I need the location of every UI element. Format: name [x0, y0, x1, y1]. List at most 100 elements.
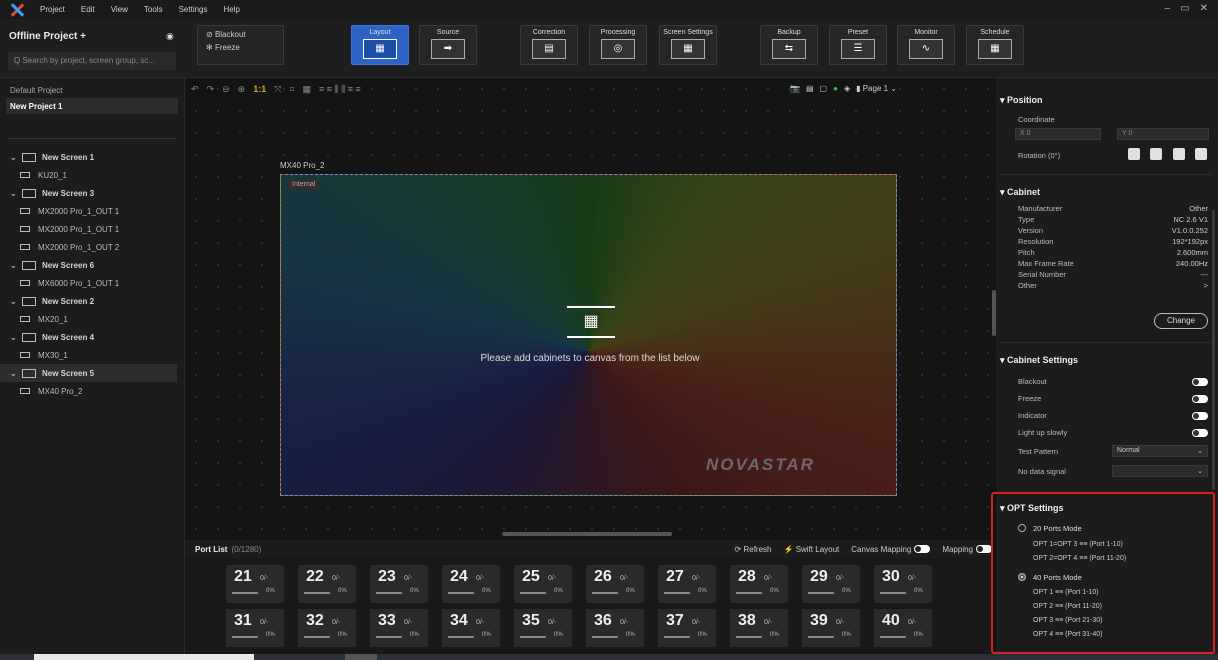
receiver-tree-item[interactable]: MX40 Pro_2 — [0, 382, 185, 400]
port-card[interactable]: 29 0/- 0% — [802, 565, 860, 603]
chevron-down-icon[interactable]: ⌄ — [10, 369, 18, 378]
close-icon[interactable]: ✕ — [1200, 3, 1208, 14]
chevron-down-icon[interactable]: ⌄ — [10, 189, 18, 198]
port-card[interactable]: 25 0/- 0% — [514, 565, 572, 603]
chevron-down-icon[interactable]: ⌄ — [10, 297, 18, 306]
menu-settings[interactable]: Settings — [179, 5, 208, 14]
maximize-icon[interactable]: ▭ — [1180, 3, 1189, 14]
port-card[interactable]: 33 0/- 0% — [370, 609, 428, 647]
port-card[interactable]: 36 0/- 0% — [586, 609, 644, 647]
port-card[interactable]: 28 0/- 0% — [730, 565, 788, 603]
freeze-switch[interactable] — [1192, 395, 1208, 403]
receiver-tree-item[interactable]: MX30_1 — [0, 346, 185, 364]
port-card[interactable]: 35 0/- 0% — [514, 609, 572, 647]
screen-tree-item[interactable]: ⌄ New Screen 2 — [0, 292, 185, 310]
port-card[interactable]: 37 0/- 0% — [658, 609, 716, 647]
x-input[interactable]: X 0 — [1015, 128, 1101, 140]
port-card[interactable]: 24 0/- 0% — [442, 565, 500, 603]
fit-icon[interactable]: ⤧ — [274, 84, 281, 98]
port-card[interactable]: 26 0/- 0% — [586, 565, 644, 603]
zoom-in-icon[interactable]: ⊕ — [238, 84, 246, 98]
test-pattern-select[interactable]: Normal ⌄ — [1112, 445, 1208, 457]
undo-icon[interactable]: ↶ — [191, 84, 199, 98]
search-input[interactable]: Q Search by project, screen group, sc... — [8, 52, 176, 70]
receiver-tree-item[interactable]: MX2000 Pro_1_OUT 2 — [0, 238, 185, 256]
receiver-tree-item[interactable]: MX2000 Pro_1_OUT 1 — [0, 202, 185, 220]
properties-scrollbar[interactable] — [1212, 210, 1215, 490]
cabinet-section-title[interactable]: ▾ Cabinet — [1000, 187, 1040, 198]
project-header[interactable]: Offline Project + — [9, 31, 86, 42]
window-icon[interactable]: ▢ — [820, 84, 828, 93]
rotate-180-button[interactable] — [1173, 148, 1185, 160]
indicator-switch[interactable] — [1192, 412, 1208, 420]
mode-20-radio[interactable] — [1018, 524, 1026, 532]
screen-tree-item[interactable]: ⌄ New Screen 4 — [0, 328, 185, 346]
center-icon[interactable]: ⌗ — [289, 84, 294, 98]
menu-help[interactable]: Help — [224, 5, 240, 14]
project-item-new-project-1[interactable]: New Project 1 — [6, 98, 178, 114]
chevron-down-icon[interactable]: ⌄ — [10, 333, 18, 342]
zoom-1-1-button[interactable]: 1:1 — [253, 84, 266, 98]
port-card[interactable]: 38 0/- 0% — [730, 609, 788, 647]
menu-tools[interactable]: Tools — [144, 5, 163, 14]
receiver-tree-item[interactable]: KU20_1 — [0, 166, 185, 184]
schedule-button[interactable]: Schedule ▦ — [966, 25, 1024, 65]
camera-icon[interactable]: 📷 — [790, 84, 800, 93]
position-section-title[interactable]: ▾ Position — [1000, 95, 1043, 106]
menu-view[interactable]: View — [111, 5, 128, 14]
port-card[interactable]: 32 0/- 0% — [298, 609, 356, 647]
port-card[interactable]: 23 0/- 0% — [370, 565, 428, 603]
port-card[interactable]: 22 0/- 0% — [298, 565, 356, 603]
backup-button[interactable]: Backup ⇆ — [760, 25, 818, 65]
screen-tree-item[interactable]: ⌄ New Screen 3 — [0, 184, 185, 202]
screen-tree-item[interactable]: ⌄ New Screen 6 — [0, 256, 185, 274]
receiver-tree-item[interactable]: MX2000 Pro_1_OUT 1 — [0, 220, 185, 238]
eye-icon[interactable]: ◉ — [166, 31, 174, 42]
blackout-switch[interactable] — [1192, 378, 1208, 386]
rotate-0-button[interactable] — [1128, 148, 1140, 160]
port-card[interactable]: 21 0/- 0% — [226, 565, 284, 603]
cabinet-settings-title[interactable]: ▾ Cabinet Settings — [1000, 355, 1078, 366]
project-item-default[interactable]: Default Project — [0, 82, 184, 98]
opt-settings-title[interactable]: ▾ OPT Settings — [1000, 503, 1064, 514]
no-data-signal-select[interactable]: ⌄ — [1112, 465, 1208, 477]
layout-button[interactable]: Layout ▦ — [351, 25, 409, 65]
refresh-button[interactable]: ⟳ Refresh — [735, 545, 772, 554]
mode-40-radio[interactable] — [1018, 573, 1026, 581]
align-icons[interactable]: ≡ ≡ ⫼ ⫼ ≡ ≡ — [319, 84, 361, 98]
menu-edit[interactable]: Edit — [81, 5, 95, 14]
receiver-tree-item[interactable]: MX6000 Pro_1_OUT 1 — [0, 274, 185, 292]
grid-icon[interactable]: ▦ — [302, 84, 311, 98]
processing-button[interactable]: Processing ◎ — [589, 25, 647, 65]
port-card[interactable]: 31 0/- 0% — [226, 609, 284, 647]
change-button[interactable]: Change — [1154, 313, 1208, 329]
receiver-tree-item[interactable]: MX20_1 — [0, 310, 185, 328]
y-input[interactable]: Y 0 — [1117, 128, 1209, 140]
chevron-down-icon[interactable]: ⌄ — [10, 261, 18, 270]
port-card[interactable]: 40 0/- 0% — [874, 609, 932, 647]
screen-tree-item[interactable]: ⌄ New Screen 5 — [0, 364, 177, 382]
port-card[interactable]: 27 0/- 0% — [658, 565, 716, 603]
redo-icon[interactable]: ↷ — [207, 84, 215, 98]
port-card[interactable]: 34 0/- 0% — [442, 609, 500, 647]
swift-layout-button[interactable]: ⚡ Swift Layout — [784, 545, 840, 554]
chevron-down-icon[interactable]: ⌄ — [10, 153, 18, 162]
freeze-button[interactable]: ✻ Freeze — [198, 39, 283, 52]
canvas-horizontal-scrollbar[interactable] — [502, 532, 672, 536]
zoom-out-icon[interactable]: ⊖ — [222, 84, 230, 98]
layers-icon[interactable]: ◈ — [844, 84, 850, 93]
blackout-button[interactable]: ⊘ Blackout — [198, 26, 283, 39]
source-button[interactable]: Source ➡ — [419, 25, 477, 65]
screen-tree-item[interactable]: ⌄ New Screen 1 — [0, 148, 185, 166]
screen-settings-button[interactable]: Screen Settings ▦ — [659, 25, 717, 65]
light-up-slowly-switch[interactable] — [1192, 429, 1208, 437]
preset-button[interactable]: Preset ☰ — [829, 25, 887, 65]
page-selector[interactable]: ▮ Page 1 ⌄ — [856, 84, 897, 93]
menu-project[interactable]: Project — [40, 5, 65, 14]
canvas-mapping-toggle[interactable]: Canvas Mapping — [851, 545, 931, 554]
mapping-toggle[interactable]: Mapping — [942, 545, 992, 554]
rotate-270-button[interactable] — [1195, 148, 1207, 160]
rotate-90-button[interactable] — [1150, 148, 1162, 160]
correction-button[interactable]: Correction ▤ — [520, 25, 578, 65]
port-card[interactable]: 39 0/- 0% — [802, 609, 860, 647]
